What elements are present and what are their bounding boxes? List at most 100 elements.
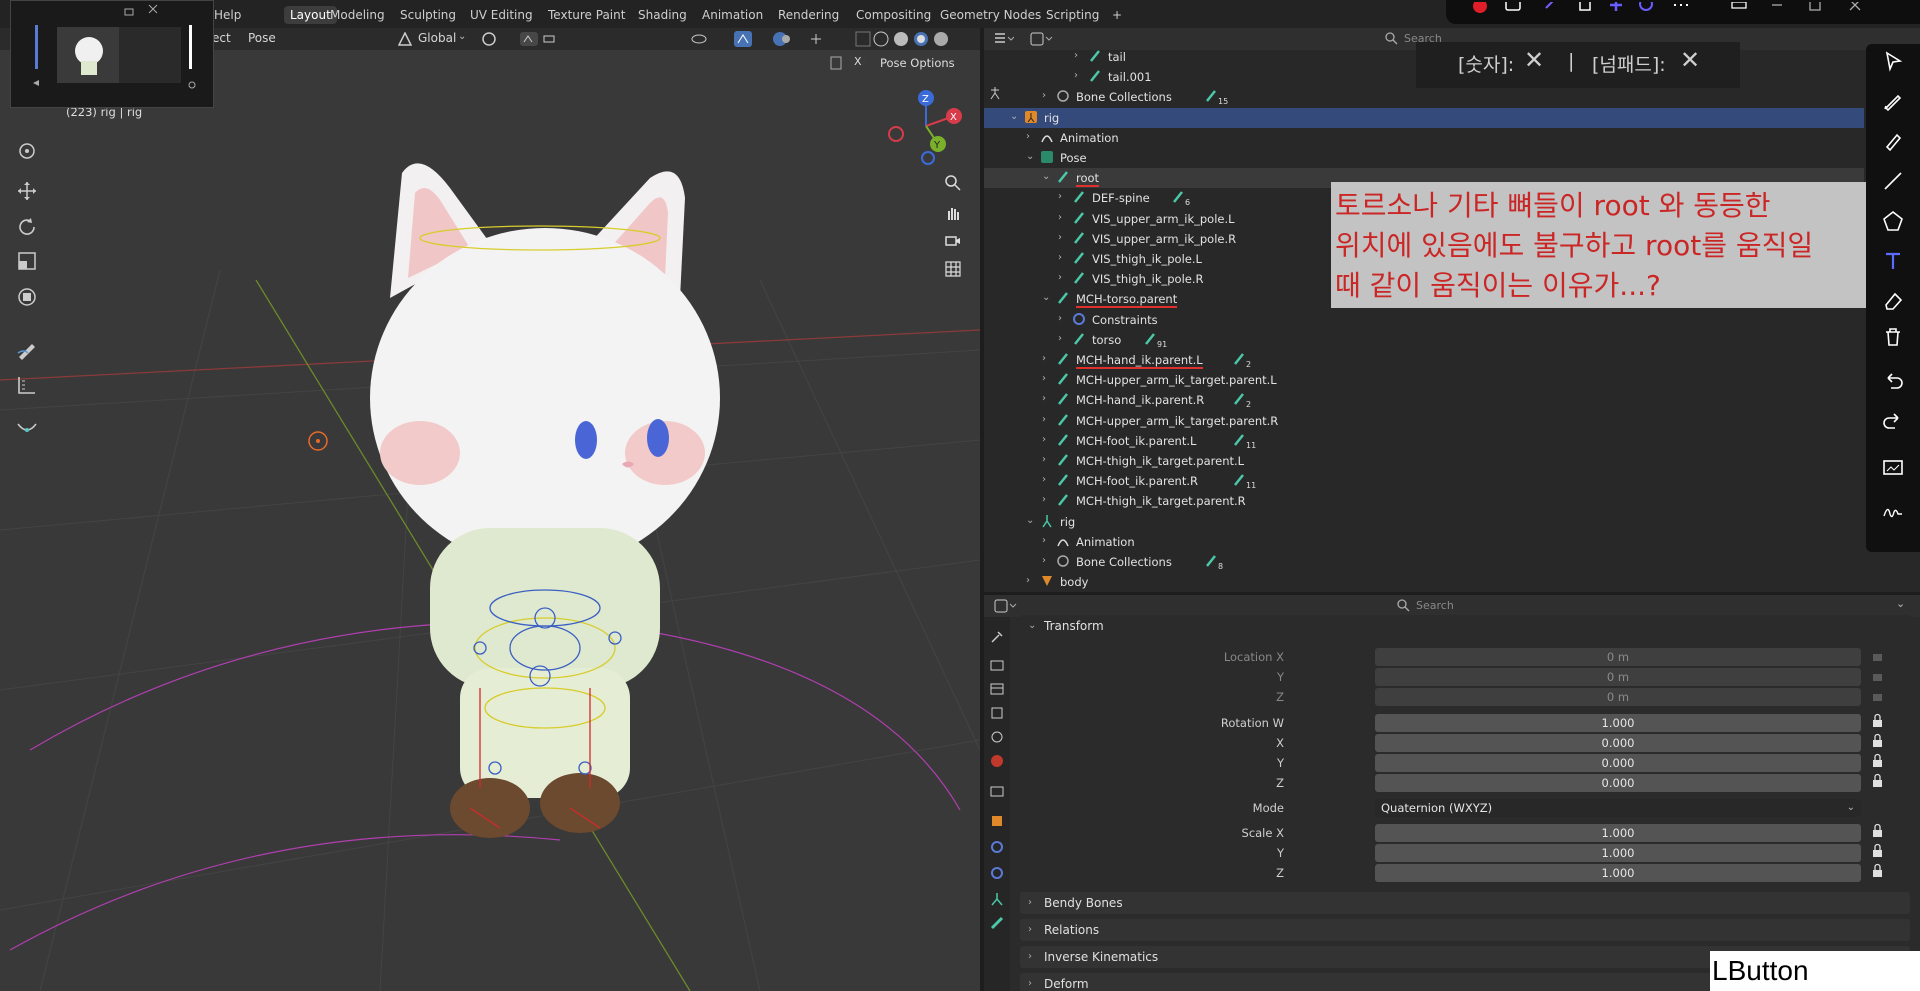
outliner-row[interactable]: › MCH-thigh_ik_target.parent.L [984, 451, 1864, 471]
transform-panel-header[interactable]: ⌄ Transform [1020, 615, 1910, 637]
expand-arrow-icon[interactable]: › [1042, 373, 1052, 385]
expand-arrow-icon[interactable]: › [1058, 313, 1068, 325]
rotate-tool-icon[interactable] [10, 212, 44, 242]
annotate-tool-icon[interactable] [10, 334, 44, 364]
collapse-arrow-icon[interactable]: ⌄ [1042, 171, 1052, 183]
outliner-panel[interactable]: Search › tail › tail.001 › Bone Collections 15… [984, 28, 1920, 592]
signature-icon[interactable] [1882, 500, 1904, 522]
shape-tool-icon[interactable] [1882, 210, 1904, 232]
pen-tool-icon[interactable] [1882, 90, 1904, 112]
tool-tab-icon[interactable] [989, 629, 1005, 645]
menu-pose[interactable]: Pose [248, 31, 276, 45]
expand-arrow-icon[interactable]: › [1026, 131, 1036, 143]
move-tool-icon[interactable] [10, 176, 44, 206]
outliner-row[interactable]: › MCH-upper_arm_ik_target.parent.R [984, 411, 1864, 431]
pointer-icon[interactable] [1882, 50, 1904, 72]
expand-arrow-icon[interactable]: › [1042, 434, 1052, 446]
pan-hand-icon[interactable] [940, 200, 966, 226]
rotation-y-field[interactable]: 0.000 [1375, 754, 1861, 772]
outliner-row[interactable]: › MCH-thigh_ik_target.parent.R [984, 491, 1864, 511]
tab-geometry-nodes[interactable]: Geometry Nodes [934, 6, 1047, 24]
pivot-snap-icons[interactable] [480, 30, 558, 48]
grid-view-icon[interactable] [940, 256, 966, 282]
expand-arrow-icon[interactable]: › [1042, 535, 1052, 547]
outliner-row[interactable]: ⌄ Pose [984, 148, 1864, 168]
tab-animation[interactable]: Animation [696, 6, 769, 24]
outliner-row[interactable]: › MCH-foot_ik.parent.R 11 [984, 471, 1864, 491]
location-z-field[interactable]: 0 m [1375, 688, 1861, 706]
expand-arrow-icon[interactable]: › [1074, 70, 1084, 82]
orientation-dropdown[interactable]: Global [418, 31, 456, 45]
scale-tool-icon[interactable] [10, 246, 44, 276]
tab-rendering[interactable]: Rendering [772, 6, 845, 24]
outliner-row[interactable]: › MCH-upper_arm_ik_target.parent.L [984, 370, 1864, 390]
expand-arrow-icon[interactable]: › [1058, 212, 1068, 224]
tab-shading[interactable]: Shading [632, 6, 693, 24]
properties-panel[interactable]: Search ⌄ ⌄ Transform Location X 0 m Y 0 … [984, 595, 1920, 991]
text-tool-icon[interactable] [1882, 250, 1904, 272]
relations-panel[interactable]: › Relations [1020, 919, 1910, 941]
rotation-w-field[interactable]: 1.000 [1375, 714, 1861, 732]
tab-modeling[interactable]: Modeling [324, 6, 391, 24]
zoom-icon[interactable] [940, 170, 966, 196]
location-y-field[interactable]: 0 m [1375, 668, 1861, 686]
transform-tool-icon[interactable] [10, 282, 44, 312]
collapse-arrow-icon[interactable]: ⌄ [1026, 515, 1036, 527]
outliner-row[interactable]: › Animation [984, 532, 1864, 552]
location-x-field[interactable]: 0 m [1375, 648, 1861, 666]
overlay-shading-icons[interactable] [690, 30, 980, 48]
tab-sculpting[interactable]: Sculpting [394, 6, 462, 24]
expand-arrow-icon[interactable]: › [1058, 232, 1068, 244]
expand-arrow-icon[interactable]: › [1042, 414, 1052, 426]
armature-tab-icon[interactable] [989, 891, 1005, 907]
properties-search-input[interactable]: Search [1416, 599, 1454, 612]
expand-arrow-icon[interactable]: › [1042, 454, 1052, 466]
expand-arrow-icon[interactable]: › [1074, 50, 1084, 62]
bendy-bones-panel[interactable]: › Bendy Bones [1020, 892, 1910, 914]
eraser-icon[interactable] [1882, 290, 1904, 312]
expand-arrow-icon[interactable]: › [1042, 494, 1052, 506]
add-workspace-button[interactable]: + [1106, 6, 1128, 24]
character-model[interactable] [360, 128, 760, 848]
outliner-row[interactable]: › MCH-foot_ik.parent.L 11 [984, 431, 1864, 451]
outliner-row[interactable]: › Animation [984, 128, 1864, 148]
outliner-row[interactable]: › Bone Collections 15 [984, 87, 1864, 107]
lock-icons[interactable] [1869, 648, 1889, 888]
whiteboard-icon[interactable] [1882, 458, 1904, 480]
display-mode-icon[interactable] [1030, 32, 1053, 46]
undo-icon[interactable] [1882, 370, 1904, 392]
rotation-mode-dropdown[interactable]: Quaternion (WXYZ) ⌄ [1375, 799, 1861, 817]
3d-viewport[interactable]: ect Pose Global ⌄ Z X Y X Pose Options (… [0, 28, 980, 991]
properties-editor-icon[interactable] [994, 599, 1018, 613]
navigation-gizmo[interactable]: Z X Y [886, 86, 966, 166]
rotation-z-field[interactable]: 0.000 [1375, 774, 1861, 792]
expand-arrow-icon[interactable]: › [1026, 575, 1036, 587]
line-tool-icon[interactable] [1882, 170, 1904, 192]
outliner-row[interactable]: › Bone Collections 8 [984, 552, 1864, 572]
expand-arrow-icon[interactable]: › [1042, 90, 1052, 102]
outliner-row[interactable]: › MCH-hand_ik.parent.R 2 [984, 390, 1864, 410]
outliner-row[interactable]: › Constraints [984, 310, 1864, 330]
collapse-arrow-icon[interactable]: ⌄ [1010, 111, 1020, 123]
screen-preview-overlay[interactable] [10, 0, 214, 108]
expand-arrow-icon[interactable]: › [1042, 474, 1052, 486]
scale-y-field[interactable]: 1.000 [1375, 844, 1861, 862]
expand-arrow-icon[interactable]: › [1042, 555, 1052, 567]
tab-scripting[interactable]: Scripting [1040, 6, 1105, 24]
trash-icon[interactable] [1882, 326, 1904, 348]
expand-arrow-icon[interactable]: › [1042, 393, 1052, 405]
scale-x-field[interactable]: 1.000 [1375, 824, 1861, 842]
highlighter-icon[interactable] [1882, 130, 1904, 152]
expand-arrow-icon[interactable]: › [1058, 191, 1068, 203]
cursor-tool-icon[interactable] [10, 136, 44, 166]
outliner-row[interactable]: › body [984, 572, 1864, 592]
camera-view-icon[interactable] [940, 228, 966, 254]
pose-xray-icon[interactable] [830, 56, 842, 70]
bone-size-tool-icon[interactable] [10, 412, 44, 442]
outliner-row[interactable]: ⌄ rig [984, 107, 1864, 128]
outliner-row[interactable]: ⌄ rig [984, 512, 1864, 532]
tab-texture-paint[interactable]: Texture Paint [542, 6, 631, 24]
x-mirror-toggle[interactable]: X [850, 55, 866, 68]
tab-uv-editing[interactable]: UV Editing [464, 6, 539, 24]
tab-compositing[interactable]: Compositing [850, 6, 937, 24]
